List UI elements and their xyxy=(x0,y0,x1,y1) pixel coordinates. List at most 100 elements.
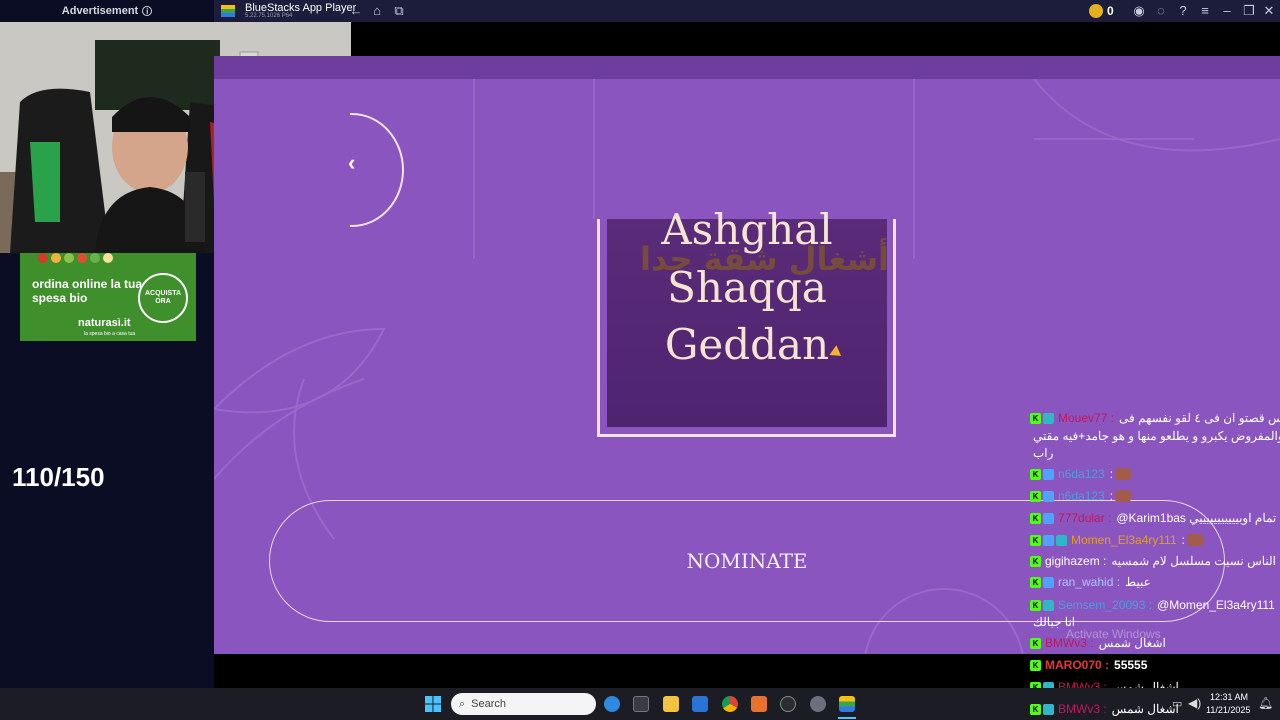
chat-message: K 777dular : @Karim1bas تمام اوبيييييييي… xyxy=(1030,509,1276,527)
chat-message: K n6da123 : xyxy=(1030,487,1132,505)
chat-message: K Mouev77 : ولاد شمس قصتو ان فى ٤ لقو نف… xyxy=(1030,409,1280,427)
chat-message: K Semsem_20093 : @Momen_El3a4ry111 xyxy=(1030,596,1275,614)
multi-instance-icon[interactable]: ⧉ xyxy=(391,3,407,19)
volume-icon[interactable]: ◀) xyxy=(1188,696,1201,710)
ad-cta-badge[interactable]: ACQUISTA ORA xyxy=(138,273,188,323)
clock-time[interactable]: 12:31 AM xyxy=(1210,692,1248,702)
card-word-1: Ashghal xyxy=(661,205,833,254)
ad-vegetables-image xyxy=(38,253,148,267)
chat-text: 55555 xyxy=(1114,658,1148,672)
vlc-icon[interactable] xyxy=(751,696,767,712)
sub-badge-icon xyxy=(1043,599,1054,611)
sub-badge-icon xyxy=(1056,534,1067,546)
chat-username: Semsem_20093 : xyxy=(1058,598,1153,612)
clock-date[interactable]: 11/21/2025 xyxy=(1206,705,1250,715)
kick-badge-icon: K xyxy=(1030,659,1041,671)
chat-text: الناس نسيت مسلسل لام شمسيه xyxy=(1111,554,1276,568)
emote-icon xyxy=(1186,534,1203,546)
kick-badge-icon: K xyxy=(1030,576,1041,588)
chat-message-continuation: راب xyxy=(1030,444,1053,462)
notification-icon[interactable]: 🔔︎ xyxy=(1258,696,1273,710)
activate-windows-watermark: Activate Windows xyxy=(1066,627,1161,641)
chat-message: K gigihazem : الناس نسيت مسلسل لام شمسيه xyxy=(1030,552,1276,570)
chat-username: Momen_El3a4ry111 xyxy=(1071,533,1177,547)
chat-text: عبيط xyxy=(1125,575,1151,589)
kick-badge-icon: K xyxy=(1030,490,1041,502)
home-icon[interactable]: ⌂ xyxy=(369,3,385,19)
ad-tagline: la spesa bio a casa tua xyxy=(84,331,136,337)
emulator-topbar xyxy=(351,22,1280,56)
file-explorer-icon[interactable] xyxy=(663,696,679,712)
kick-badge-icon: K xyxy=(1030,637,1041,649)
kick-badge-icon: K xyxy=(1030,599,1041,611)
kick-badge-icon: K xyxy=(1030,468,1041,480)
settings-bell-icon[interactable]: ◌ xyxy=(1153,3,1169,19)
bluestacks-titlebar: BlueStacks App Player 5.22.75.1026 P64 ←… xyxy=(214,0,1280,22)
ad-banner[interactable]: ordina online la tua spesa bio ACQUISTA … xyxy=(20,253,196,341)
bluestacks-logo-icon xyxy=(221,5,235,17)
advertisement-label: Advertisement xyxy=(61,5,139,17)
bluestacks-taskbar-icon[interactable] xyxy=(839,696,855,712)
chat-message: K ran_wahid : عبيط xyxy=(1030,573,1151,591)
coin-icon[interactable] xyxy=(1089,4,1103,18)
search-icon: ⌕ xyxy=(459,697,466,710)
gift-badge-icon xyxy=(1043,490,1054,502)
emote-icon xyxy=(1115,468,1132,480)
kick-badge-icon: K xyxy=(1030,412,1041,424)
gift-badge-icon xyxy=(1043,534,1054,546)
back-arrow-icon[interactable]: ← xyxy=(348,3,364,19)
gift-badge-icon xyxy=(1043,468,1054,480)
chat-text: ولاد شمس قصتو ان فى ٤ لقو نفسهم فى xyxy=(1119,411,1280,425)
restore-icon[interactable]: ❐ xyxy=(1241,3,1257,19)
app-version: 5.22.75.1026 P64 xyxy=(245,13,293,19)
sub-badge-icon xyxy=(1043,412,1054,424)
taskbar-search[interactable]: ⌕ Search xyxy=(451,693,596,715)
card-word-2: Shaqqa xyxy=(667,263,827,312)
close-icon[interactable]: ✕ xyxy=(1261,3,1277,19)
chat-text: اشغال شمس xyxy=(1111,702,1179,716)
ad-brand: naturasì.it xyxy=(78,317,131,329)
chat-message: K MARO070 : 55555 xyxy=(1030,656,1147,674)
emote-icon xyxy=(1115,490,1132,502)
chat-username: Mouev77 : xyxy=(1058,411,1115,425)
coin-count: 0 xyxy=(1107,4,1114,18)
chat-message: K n6da123 : xyxy=(1030,465,1132,483)
info-icon[interactable]: i xyxy=(142,6,153,16)
active-app-indicator xyxy=(838,717,856,719)
minimize-icon[interactable]: – xyxy=(1219,3,1235,19)
kick-badge-icon: K xyxy=(1030,703,1041,715)
chat-username: BMWv3 : xyxy=(1058,702,1107,716)
chat-username: MARO070 : xyxy=(1045,658,1110,672)
kick-badge-icon: K xyxy=(1030,534,1041,546)
stream-counter: 110/150 xyxy=(12,462,105,492)
chat-message-continuation: دار الايتام والمفروض يكبرو و يطلعو منها … xyxy=(1030,427,1280,445)
chat-message: K BMWv3 : اشغال شمس xyxy=(1030,700,1179,718)
outlook-icon[interactable] xyxy=(692,696,708,712)
chevron-left-icon[interactable]: ‹ xyxy=(348,150,355,176)
chat-username: n6da123 xyxy=(1058,489,1105,503)
store-icon[interactable] xyxy=(633,696,649,712)
settings-icon[interactable] xyxy=(810,696,826,712)
chat-username: 777dular : xyxy=(1058,511,1112,525)
chrome-icon[interactable] xyxy=(722,696,738,712)
menu-icon[interactable]: ≡ xyxy=(1197,3,1213,19)
gift-badge-icon xyxy=(1043,576,1054,588)
ad-headline: ordina online la tua spesa bio xyxy=(32,277,143,305)
advertisement-header: Advertisement i xyxy=(0,0,214,22)
edge-icon[interactable] xyxy=(604,696,620,712)
chat-text: راب xyxy=(1033,446,1054,460)
chat-text: @Karim1bas تمام اوبيييييييييييي xyxy=(1116,511,1277,525)
account-icon[interactable]: ◉ xyxy=(1131,3,1147,19)
chat-username: gigihazem : xyxy=(1045,554,1107,568)
kick-badge-icon: K xyxy=(1030,555,1041,567)
card-word-3: Geddan xyxy=(664,320,830,369)
nominate-label: NOMINATE xyxy=(686,549,808,573)
help-icon[interactable]: ? xyxy=(1175,3,1191,19)
chat-username: n6da123 xyxy=(1058,467,1105,481)
obs-icon[interactable] xyxy=(780,696,796,712)
sub-badge-icon xyxy=(1043,703,1054,715)
windows-start-icon[interactable] xyxy=(425,696,441,712)
search-placeholder: Search xyxy=(471,698,507,710)
chat-text: @Momen_El3a4ry111 xyxy=(1157,598,1275,612)
kick-badge-icon: K xyxy=(1030,512,1041,524)
